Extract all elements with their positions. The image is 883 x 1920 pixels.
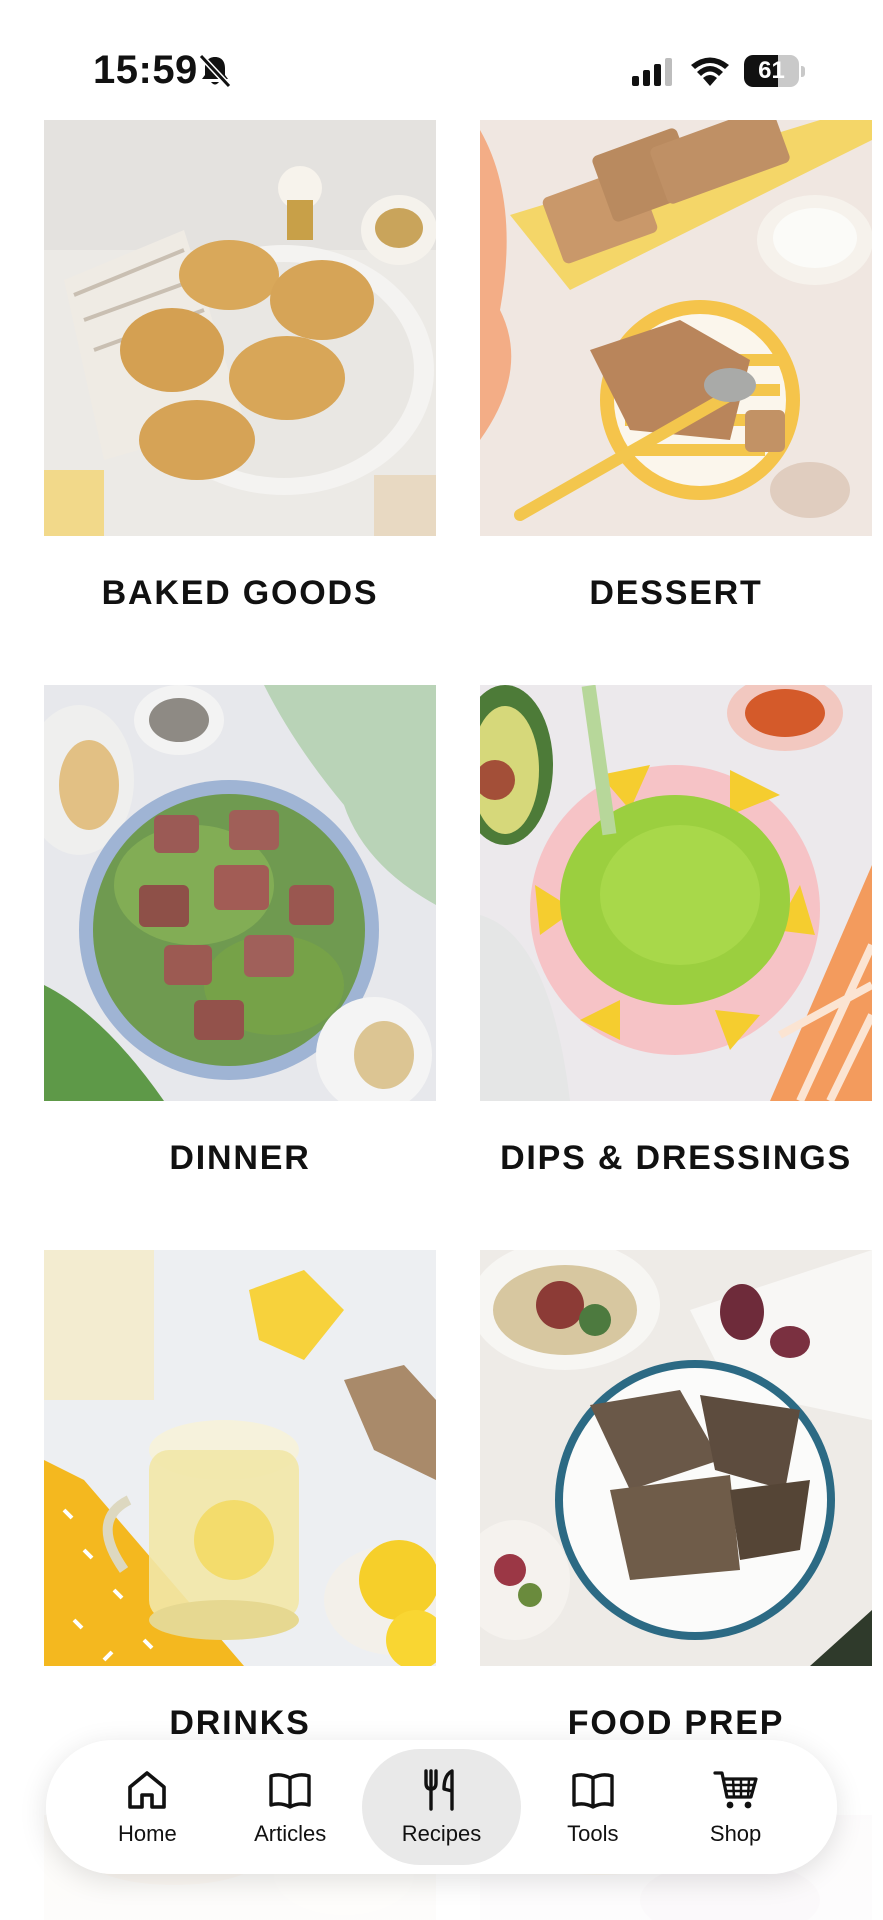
nav-recipes-label: Recipes (401, 1821, 482, 1846)
category-card-baked-goods[interactable]: BAKED GOODS (44, 120, 436, 612)
category-title: DESSERT (589, 574, 763, 612)
dessert-photo (480, 120, 872, 536)
category-title: BAKED GOODS (101, 574, 379, 612)
category-title: DIPS & DRESSINGS (500, 1139, 852, 1177)
book-open-icon (572, 1773, 614, 1809)
book-open-icon (269, 1773, 311, 1809)
category-card-food-prep[interactable]: FOOD PREP (480, 1250, 872, 1742)
cellular-signal-icon (632, 58, 672, 86)
bottom-navigation: Home Articles Recipes Tools Shop (46, 1740, 837, 1874)
home-icon (128, 1771, 167, 1809)
food-prep-photo (480, 1250, 872, 1666)
category-card-drinks[interactable]: DRINKS (44, 1250, 436, 1742)
category-title: DRINKS (169, 1704, 311, 1742)
battery-icon: 61 (744, 55, 805, 87)
nav-recipes[interactable]: Recipes (361, 1749, 522, 1865)
category-card-dinner[interactable]: DINNER (44, 685, 436, 1177)
category-card-dessert[interactable]: DESSERT (480, 120, 872, 612)
category-title: FOOD PREP (567, 1704, 785, 1742)
nav-articles-label: Articles (254, 1821, 327, 1846)
wifi-icon (691, 57, 729, 86)
nav-shop[interactable]: Shop (664, 1749, 807, 1865)
bell-slash-icon (198, 53, 232, 89)
nav-tools-label: Tools (567, 1821, 619, 1846)
dinner-photo (44, 685, 436, 1101)
nav-articles[interactable]: Articles (219, 1749, 362, 1865)
status-time: 15:59 (93, 48, 198, 92)
battery-level: 61 (758, 57, 785, 84)
nav-tools[interactable]: Tools (521, 1749, 664, 1865)
category-title: DINNER (169, 1139, 311, 1177)
dips-dressings-photo (480, 685, 872, 1101)
shopping-cart-icon (712, 1771, 758, 1809)
category-card-dips-dressings[interactable]: DIPS & DRESSINGS (480, 685, 872, 1177)
nav-home[interactable]: Home (76, 1749, 219, 1865)
nav-shop-label: Shop (709, 1821, 762, 1846)
drinks-photo (44, 1250, 436, 1666)
status-bar: 15:59 61 (0, 0, 883, 120)
baked-goods-photo (44, 120, 436, 536)
fork-knife-icon (424, 1769, 455, 1811)
nav-home-label: Home (118, 1821, 177, 1846)
